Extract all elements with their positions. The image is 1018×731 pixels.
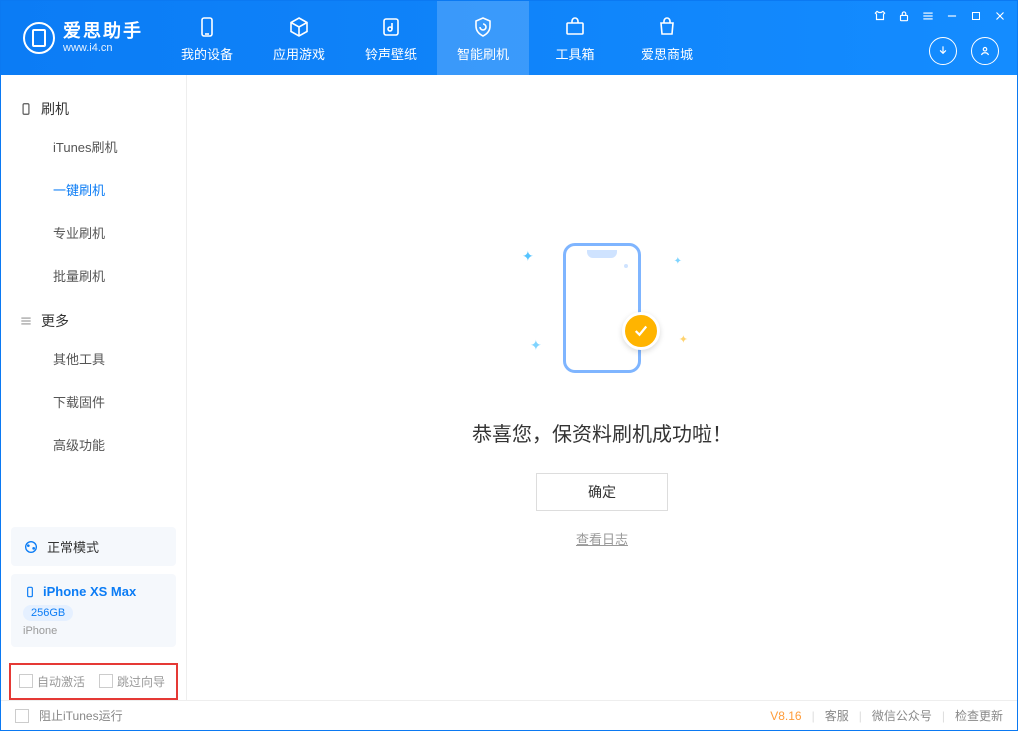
device-type: iPhone — [23, 625, 164, 637]
block-itunes-label: 阻止iTunes运行 — [39, 707, 123, 724]
ok-button[interactable]: 确定 — [536, 473, 668, 511]
app-subtitle: www.i4.cn — [63, 42, 143, 54]
music-icon — [378, 14, 404, 40]
toolbox-icon — [562, 14, 588, 40]
shield-refresh-icon — [470, 14, 496, 40]
checkbox-skip-guide[interactable]: 跳过向导 — [99, 673, 165, 690]
sparkle-icon: ✦ — [674, 256, 682, 267]
minimize-button[interactable] — [945, 9, 959, 23]
tab-smart-flash[interactable]: 智能刷机 — [437, 1, 529, 75]
list-icon — [19, 314, 33, 328]
cube-icon — [286, 14, 312, 40]
tab-toolbox[interactable]: 工具箱 — [529, 1, 621, 75]
mode-icon — [23, 539, 39, 555]
highlighted-options-row: 自动激活 跳过向导 — [9, 663, 178, 700]
group-label: 刷机 — [41, 99, 69, 119]
device-name: iPhone XS Max — [43, 584, 136, 599]
footer-wechat-link[interactable]: 微信公众号 — [872, 707, 932, 724]
sidebar-item-other-tools[interactable]: 其他工具 — [1, 337, 186, 380]
sidebar-item-batch-flash[interactable]: 批量刷机 — [1, 254, 186, 297]
checkbox-block-itunes[interactable] — [15, 709, 29, 723]
mode-label: 正常模式 — [47, 537, 99, 556]
menu-icon[interactable] — [921, 9, 935, 23]
sidebar-item-itunes-flash[interactable]: iTunes刷机 — [1, 125, 186, 168]
footer: 阻止iTunes运行 V8.16 | 客服 | 微信公众号 | 检查更新 — [1, 700, 1017, 730]
profile-button[interactable] — [971, 37, 999, 65]
sparkle-icon: ✦ — [530, 337, 542, 354]
tab-label: 爱思商城 — [641, 44, 693, 63]
sparkle-icon: ✦ — [522, 248, 534, 265]
mode-box[interactable]: 正常模式 — [11, 527, 176, 566]
footer-update-link[interactable]: 检查更新 — [955, 707, 1003, 724]
tab-my-device[interactable]: 我的设备 — [161, 1, 253, 75]
main-content: ✦ ✦ ✦ ✦ 恭喜您，保资料刷机成功啦！ 确定 查看日志 — [187, 75, 1017, 700]
version-label: V8.16 — [770, 709, 801, 723]
bag-icon — [654, 14, 680, 40]
header: 爱思助手 www.i4.cn 我的设备 应用游戏 铃声壁纸 智能刷机 工具箱 爱… — [1, 1, 1017, 75]
checkbox-auto-activate[interactable]: 自动激活 — [19, 673, 85, 690]
phone-icon — [19, 102, 33, 116]
download-button[interactable] — [929, 37, 957, 65]
view-log-link[interactable]: 查看日志 — [576, 529, 628, 548]
phone-small-icon — [23, 585, 37, 599]
success-illustration: ✦ ✦ ✦ ✦ — [492, 228, 712, 388]
tshirt-icon[interactable] — [873, 9, 887, 23]
app-logo-icon — [23, 22, 55, 54]
app-title: 爱思助手 — [63, 22, 143, 42]
footer-support-link[interactable]: 客服 — [825, 707, 849, 724]
tab-label: 工具箱 — [555, 44, 594, 63]
sidebar-item-download-firmware[interactable]: 下载固件 — [1, 380, 186, 423]
tab-label: 铃声壁纸 — [365, 44, 417, 63]
device-info-area: 正常模式 iPhone XS Max 256GB iPhone — [1, 527, 186, 657]
tab-apps-games[interactable]: 应用游戏 — [253, 1, 345, 75]
device-box[interactable]: iPhone XS Max 256GB iPhone — [11, 574, 176, 647]
tab-label: 智能刷机 — [457, 44, 509, 63]
tab-ringtone-wallpaper[interactable]: 铃声壁纸 — [345, 1, 437, 75]
group-label: 更多 — [41, 311, 69, 331]
top-tabs: 我的设备 应用游戏 铃声壁纸 智能刷机 工具箱 爱思商城 — [161, 1, 713, 75]
success-check-icon — [622, 312, 660, 350]
sidebar-group-flash: 刷机 — [1, 85, 186, 125]
sidebar-group-more: 更多 — [1, 297, 186, 337]
close-button[interactable] — [993, 9, 1007, 23]
sidebar-item-advanced[interactable]: 高级功能 — [1, 423, 186, 466]
logo: 爱思助手 www.i4.cn — [1, 22, 161, 54]
maximize-button[interactable] — [969, 9, 983, 23]
sidebar: 刷机 iTunes刷机 一键刷机 专业刷机 批量刷机 更多 其他工具 下载固件 … — [1, 75, 187, 700]
device-icon — [194, 14, 220, 40]
phone-outline-icon — [563, 243, 641, 373]
sidebar-item-oneclick-flash[interactable]: 一键刷机 — [1, 168, 186, 211]
sparkle-icon: ✦ — [679, 333, 688, 346]
success-message: 恭喜您，保资料刷机成功啦！ — [472, 418, 732, 447]
tab-label: 我的设备 — [181, 44, 233, 63]
storage-badge: 256GB — [23, 605, 73, 621]
window-controls — [873, 9, 1007, 23]
tab-label: 应用游戏 — [273, 44, 325, 63]
tab-store[interactable]: 爱思商城 — [621, 1, 713, 75]
lock-icon[interactable] — [897, 9, 911, 23]
header-right-buttons — [929, 37, 999, 65]
sidebar-item-pro-flash[interactable]: 专业刷机 — [1, 211, 186, 254]
